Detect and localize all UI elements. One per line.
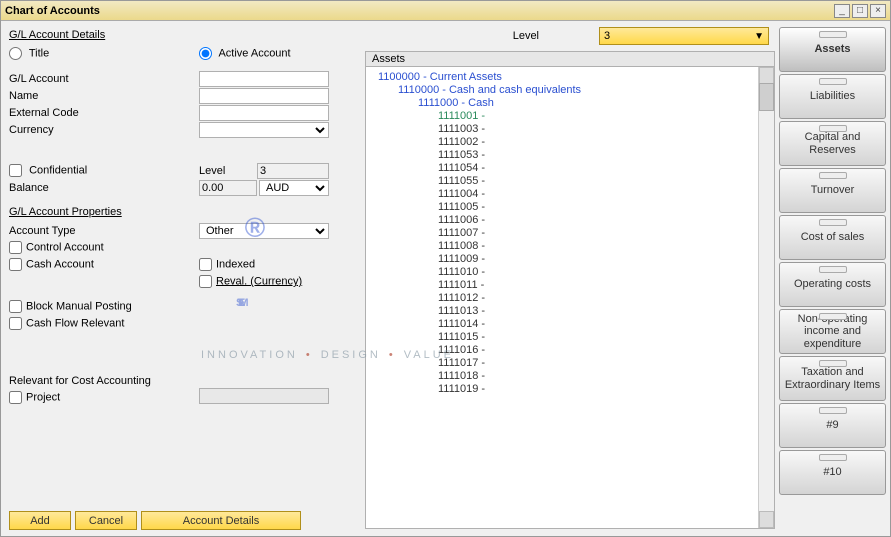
tree-node[interactable]: 1111054 - — [370, 162, 758, 175]
tree-node[interactable]: 1111017 - — [370, 357, 758, 370]
chevron-down-icon: ▼ — [754, 31, 764, 42]
field-balance-value: 0.00 — [199, 180, 257, 196]
tree-node[interactable]: 1111000 - Cash — [370, 97, 758, 110]
top-level-value: 3 — [604, 30, 610, 42]
drawer-taxation-and-extraordinary-items[interactable]: Taxation and Extraordinary Items — [779, 356, 886, 401]
checkbox-indexed[interactable] — [199, 258, 212, 271]
tree-node[interactable]: 1111002 - — [370, 136, 758, 149]
label-cash-flow: Cash Flow Relevant — [26, 317, 124, 329]
label-account-type: Account Type — [9, 225, 75, 237]
drawer--9[interactable]: #9 — [779, 403, 886, 448]
label-top-level: Level — [513, 30, 539, 42]
tree-node[interactable]: 1111015 - — [370, 331, 758, 344]
tree-node[interactable]: 1111007 - — [370, 227, 758, 240]
drawer-turnover[interactable]: Turnover — [779, 168, 886, 213]
label-gl-account: G/L Account — [9, 73, 69, 85]
tree-node[interactable]: 1111009 - — [370, 253, 758, 266]
tree-node[interactable]: 1111003 - — [370, 123, 758, 136]
label-block-manual: Block Manual Posting — [26, 300, 132, 312]
radio-active-account[interactable] — [199, 47, 212, 60]
tree-node[interactable]: 1111010 - — [370, 266, 758, 279]
drawer-non-operating-income-and-expenditure[interactable]: Non-operating income and expenditure — [779, 309, 886, 354]
tree-scrollbar[interactable] — [758, 67, 774, 528]
select-currency[interactable] — [199, 122, 329, 138]
label-relevant-cost: Relevant for Cost Accounting — [9, 375, 151, 387]
section-gl-properties: G/L Account Properties — [9, 206, 351, 218]
tree-scroll-thumb[interactable] — [759, 83, 774, 111]
checkbox-reval[interactable] — [199, 275, 212, 288]
input-external-code[interactable] — [199, 105, 329, 121]
select-balance-currency[interactable]: AUD — [259, 180, 329, 196]
radio-active-label: Active Account — [218, 47, 290, 59]
drawer-operating-costs[interactable]: Operating costs — [779, 262, 886, 307]
tree-node[interactable]: 1111014 - — [370, 318, 758, 331]
checkbox-project[interactable] — [9, 391, 22, 404]
tree-panel: Level 3 ▼ Assets 1100000 - Current Asset… — [359, 21, 775, 536]
tree-node[interactable]: 1111013 - — [370, 305, 758, 318]
tree-header: Assets — [365, 51, 775, 67]
tree-node[interactable]: 1111012 - — [370, 292, 758, 305]
label-cash-account: Cash Account — [26, 258, 94, 270]
label-currency: Currency — [9, 124, 54, 136]
titlebar: Chart of Accounts _ □ × — [1, 1, 890, 21]
tree-node[interactable]: 1111006 - — [370, 214, 758, 227]
cancel-button[interactable]: Cancel — [75, 511, 137, 530]
label-reval: Reval. (Currency) — [216, 275, 302, 287]
radio-title[interactable] — [9, 47, 22, 60]
label-indexed: Indexed — [216, 258, 255, 270]
checkbox-confidential[interactable] — [9, 164, 22, 177]
tree-node[interactable]: 1100000 - Current Assets — [370, 71, 758, 84]
label-name: Name — [9, 90, 38, 102]
maximize-button[interactable]: □ — [852, 4, 868, 18]
label-confidential: Confidential — [29, 164, 87, 176]
tree-content[interactable]: 1100000 - Current Assets1110000 - Cash a… — [366, 67, 758, 528]
field-project-value — [199, 388, 329, 404]
tree-node[interactable]: 1111004 - — [370, 188, 758, 201]
input-gl-account[interactable] — [199, 71, 329, 87]
label-control-account: Control Account — [26, 241, 104, 253]
tree-node[interactable]: 1110000 - Cash and cash equivalents — [370, 84, 758, 97]
minimize-button[interactable]: _ — [834, 4, 850, 18]
window-title: Chart of Accounts — [5, 5, 832, 17]
drawer-liabilities[interactable]: Liabilities — [779, 74, 886, 119]
tree-node[interactable]: 1111016 - — [370, 344, 758, 357]
tree-node[interactable]: 1111005 - — [370, 201, 758, 214]
drawer--10[interactable]: #10 — [779, 450, 886, 495]
label-level: Level — [199, 165, 249, 177]
tree-node[interactable]: 1111011 - — [370, 279, 758, 292]
drawer-capital-and-reserves[interactable]: Capital and Reserves — [779, 121, 886, 166]
label-external-code: External Code — [9, 107, 79, 119]
drawer-stack: AssetsLiabilitiesCapital and ReservesTur… — [775, 21, 890, 536]
tree-node[interactable]: 1111008 - — [370, 240, 758, 253]
section-gl-details: G/L Account Details — [9, 29, 351, 41]
tree-node[interactable]: 1111053 - — [370, 149, 758, 162]
select-top-level[interactable]: 3 ▼ — [599, 27, 769, 45]
radio-title-label: Title — [29, 47, 49, 59]
tree-node[interactable]: 1111018 - — [370, 370, 758, 383]
details-panel: G/L Account Details Title Active Account… — [1, 21, 359, 536]
checkbox-cash-flow[interactable] — [9, 317, 22, 330]
drawer-cost-of-sales[interactable]: Cost of sales — [779, 215, 886, 260]
tree-node[interactable]: 1111019 - — [370, 383, 758, 396]
label-balance: Balance — [9, 182, 49, 194]
label-project: Project — [26, 391, 60, 403]
drawer-assets[interactable]: Assets — [779, 27, 886, 72]
checkbox-cash-account[interactable] — [9, 258, 22, 271]
field-level-value: 3 — [257, 163, 329, 179]
tree-node[interactable]: 1111055 - — [370, 175, 758, 188]
close-button[interactable]: × — [870, 4, 886, 18]
tree-node[interactable]: 1111001 - — [370, 110, 758, 123]
account-tree: 1100000 - Current Assets1110000 - Cash a… — [365, 67, 775, 529]
input-name[interactable] — [199, 88, 329, 104]
add-button[interactable]: Add — [9, 511, 71, 530]
checkbox-block-manual[interactable] — [9, 300, 22, 313]
select-account-type[interactable]: Other — [199, 223, 329, 239]
checkbox-control-account[interactable] — [9, 241, 22, 254]
chart-of-accounts-window: Chart of Accounts _ □ × G/L Account Deta… — [0, 0, 891, 537]
account-details-button[interactable]: Account Details — [141, 511, 301, 530]
